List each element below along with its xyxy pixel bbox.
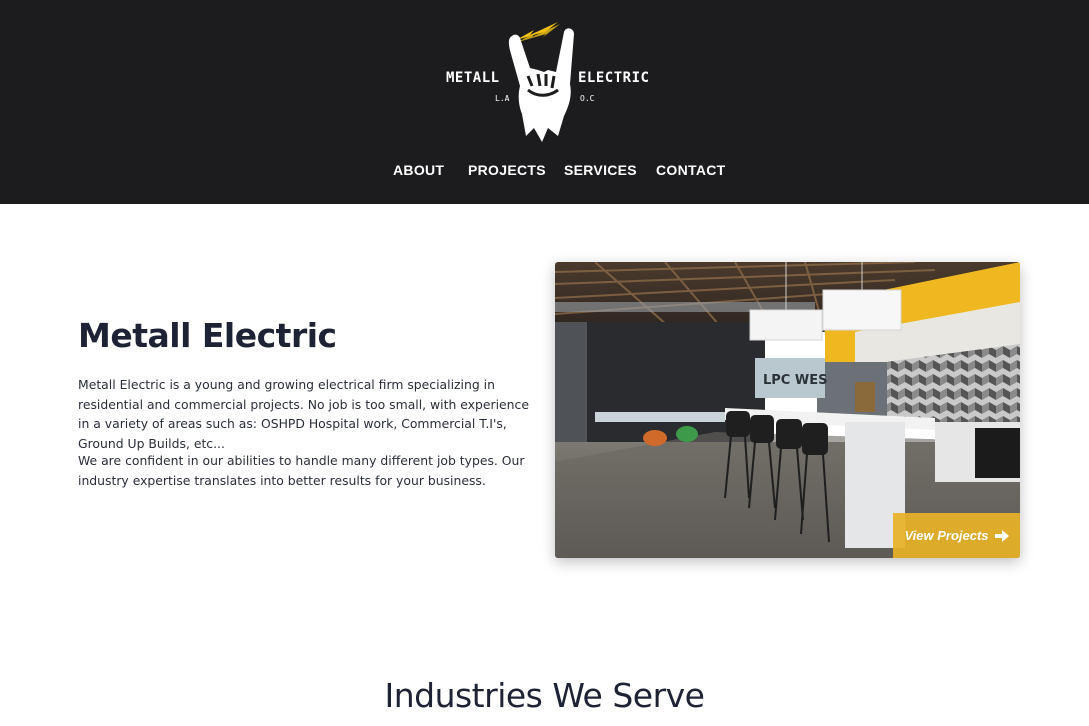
- intro-paragraph-2: We are confident in our abilities to han…: [78, 453, 525, 488]
- page-title: Metall Electric: [78, 316, 337, 355]
- feature-photo: LPC WES View Projects: [555, 262, 1020, 558]
- logo-sub-left: L.A: [495, 94, 510, 103]
- nav-about[interactable]: ABOUT: [393, 162, 444, 178]
- nav-contact[interactable]: CONTACT: [656, 162, 726, 178]
- site-header: METALL ELECTRIC L.A O.C ABOUT PROJECTS S…: [0, 0, 1089, 204]
- arrow-right-icon: [994, 529, 1009, 542]
- intro-paragraph-1: Metall Electric is a young and growing e…: [78, 377, 529, 451]
- logo-word-right: ELECTRIC: [578, 70, 650, 86]
- lpc-wes-sign: LPC WES: [763, 373, 827, 388]
- industries-heading: Industries We Serve: [384, 676, 705, 715]
- nav-projects[interactable]: PROJECTS: [468, 162, 546, 178]
- logo-word-left: METALL: [446, 70, 500, 86]
- logo[interactable]: METALL ELECTRIC L.A O.C: [444, 20, 656, 146]
- nav-services[interactable]: SERVICES: [564, 162, 637, 178]
- view-projects-label: View Projects: [904, 528, 989, 543]
- logo-sub-right: O.C: [580, 94, 595, 103]
- horns-hand-icon: [508, 28, 574, 142]
- view-projects-button[interactable]: View Projects: [893, 513, 1020, 558]
